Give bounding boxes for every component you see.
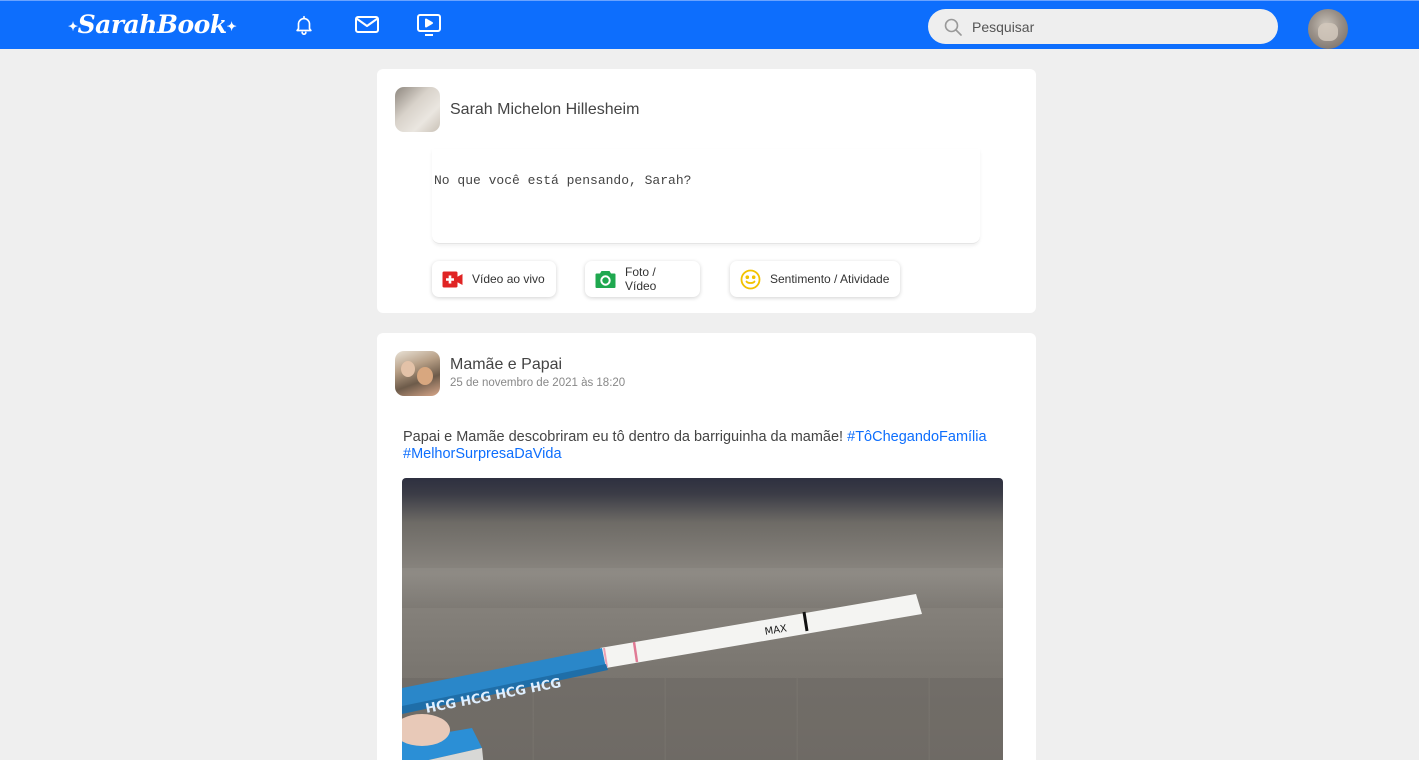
- live-video-button[interactable]: Vídeo ao vivo: [432, 261, 556, 297]
- composer-input[interactable]: [432, 149, 980, 244]
- live-video-icon: [442, 269, 463, 290]
- post-text: Papai e Mamãe descobriram eu tô dentro d…: [403, 429, 1023, 463]
- post-timestamp[interactable]: 25 de novembro de 2021 às 18:20: [450, 377, 625, 389]
- video-play-icon: [417, 14, 441, 36]
- photo-video-label: Foto / Vídeo: [625, 265, 657, 293]
- hashtag-link[interactable]: #TôChegandoFamília: [847, 429, 986, 445]
- feed-post: Mamãe e Papai 25 de novembro de 2021 às …: [377, 333, 1036, 760]
- live-video-label: Vídeo ao vivo: [472, 272, 545, 286]
- post-image[interactable]: HCG HCG HCG HCG MAX: [402, 478, 1003, 760]
- camera-icon: [595, 269, 616, 290]
- profile-avatar[interactable]: [1308, 9, 1348, 49]
- sarahbook-logo[interactable]: ✦SarahBook✦: [68, 9, 237, 41]
- post-author-avatar[interactable]: [395, 351, 440, 396]
- notifications-button[interactable]: [290, 12, 318, 38]
- feeling-activity-label: Sentimento / Atividade: [770, 272, 890, 286]
- feeling-activity-button[interactable]: Sentimento / Atividade: [730, 261, 900, 297]
- logo-text: SarahBook: [77, 10, 228, 39]
- post-author-name[interactable]: Mamãe e Papai: [450, 356, 562, 374]
- mail-icon: [355, 16, 379, 33]
- search-input[interactable]: [972, 9, 1262, 44]
- smiley-icon: [740, 269, 761, 290]
- watch-button[interactable]: [415, 12, 443, 38]
- bell-icon: [296, 15, 312, 35]
- search-icon: [944, 18, 962, 36]
- sparkle-icon: ✦: [226, 19, 237, 34]
- messages-button[interactable]: [353, 12, 381, 38]
- post-body-text: Papai e Mamãe descobriram eu tô dentro d…: [403, 429, 848, 445]
- composer-avatar[interactable]: [395, 87, 440, 132]
- sparkle-icon: ✦: [68, 19, 78, 34]
- composer-author-name[interactable]: Sarah Michelon Hillesheim: [450, 101, 639, 119]
- photo-video-button[interactable]: Foto / Vídeo: [585, 261, 700, 297]
- post-composer: Sarah Michelon Hillesheim Vídeo ao vivo …: [377, 69, 1036, 313]
- top-bar: ✦SarahBook✦: [0, 0, 1419, 49]
- pregnancy-test-illustration: HCG HCG HCG HCG MAX: [402, 594, 922, 760]
- hashtag-link[interactable]: #MelhorSurpresaDaVida: [403, 446, 562, 462]
- search-box[interactable]: [928, 9, 1278, 44]
